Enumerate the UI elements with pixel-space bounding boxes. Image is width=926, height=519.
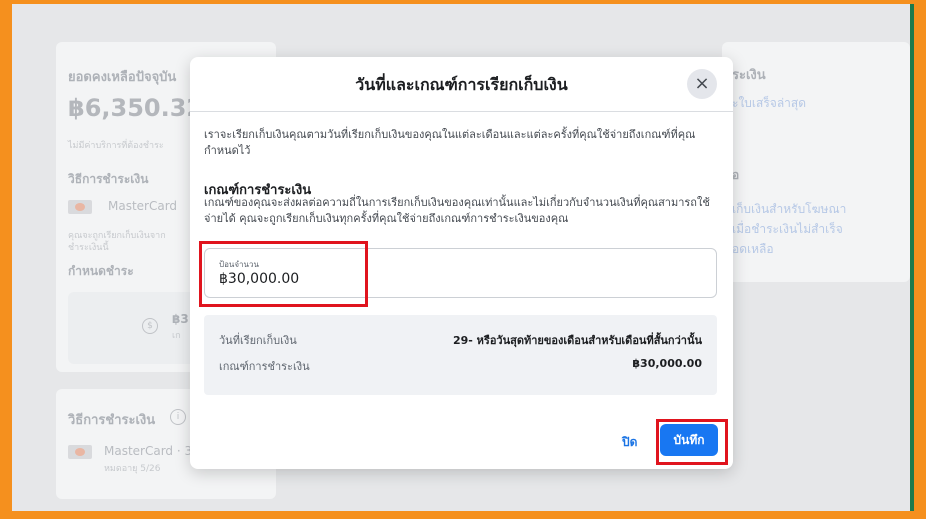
billing-line-3[interactable]: อดเหลือ (732, 240, 774, 259)
billing-line-2[interactable]: เมื่อชำระเงินไม่สำเร็จ (732, 220, 843, 239)
amount-highlight-box (199, 241, 368, 307)
threshold-description: เกณฑ์ของคุณจะส่งผลต่อความถี่ในการเรียกเก… (204, 196, 710, 225)
payment-method-label: วิธีการชำระเงิน (68, 172, 149, 186)
close-button[interactable]: ปิด (622, 433, 637, 452)
small-note-2: ชำระเงินนี้ (68, 243, 109, 253)
billing-subheading: อ (732, 168, 740, 182)
billing-date-label: วันที่เรียกเก็บเงิน (219, 334, 297, 347)
card-expiry: หมดอายุ 5/26 (104, 464, 161, 474)
billing-heading: ระเงิน (732, 68, 766, 83)
close-icon[interactable]: × (687, 69, 717, 99)
dollar-circle-icon: $ (142, 318, 158, 334)
receipt-link[interactable]: ะใบเสร็จล่าสุด (732, 94, 806, 113)
billing-summary: วันที่เรียกเก็บเงิน 29- หรือวันสุดท้ายขอ… (204, 315, 717, 395)
save-highlight-box (656, 419, 728, 465)
threshold-value: ฿30,000.00 (632, 357, 702, 370)
dialog-title: วันที่และเกณฑ์การเรียกเก็บเงิน (355, 75, 568, 94)
threshold-sub: เก (172, 331, 181, 341)
balance-note: ไม่มีค่าบริการที่ต้องชำระ (68, 141, 164, 151)
balance-label: ยอดคงเหลือปัจจุบัน (68, 70, 177, 85)
billing-info-card: ระเงิน ะใบเสร็จล่าสุด อ เก็บเงินสำหรับโฆ… (722, 42, 910, 282)
billing-line-1[interactable]: เก็บเงินสำหรับโฆษณา (732, 200, 846, 219)
card-name: MasterCard (108, 199, 178, 213)
threshold-partial: ฿3 (172, 312, 189, 326)
window-edge (910, 4, 914, 511)
threshold-label: เกณฑ์การชำระเงิน (219, 360, 310, 373)
balance-value: ฿6,350.32 (68, 94, 204, 122)
schedule-label: กำหนดชำระ (68, 264, 134, 278)
mastercard-icon (68, 200, 92, 214)
card-name: MasterCard · 3 (104, 444, 193, 458)
billing-date-value: 29- หรือวันสุดท้ายของเดือนสำหรับเดือนที่… (452, 334, 702, 347)
payment-methods-heading: วิธีการชำระเงิน (68, 413, 156, 428)
mastercard-icon (68, 445, 92, 459)
dialog-intro: เราจะเรียกเก็บเงินคุณตามวันที่เรียกเก็บเ… (204, 128, 696, 157)
info-icon: i (170, 409, 186, 425)
header-divider (190, 111, 733, 112)
